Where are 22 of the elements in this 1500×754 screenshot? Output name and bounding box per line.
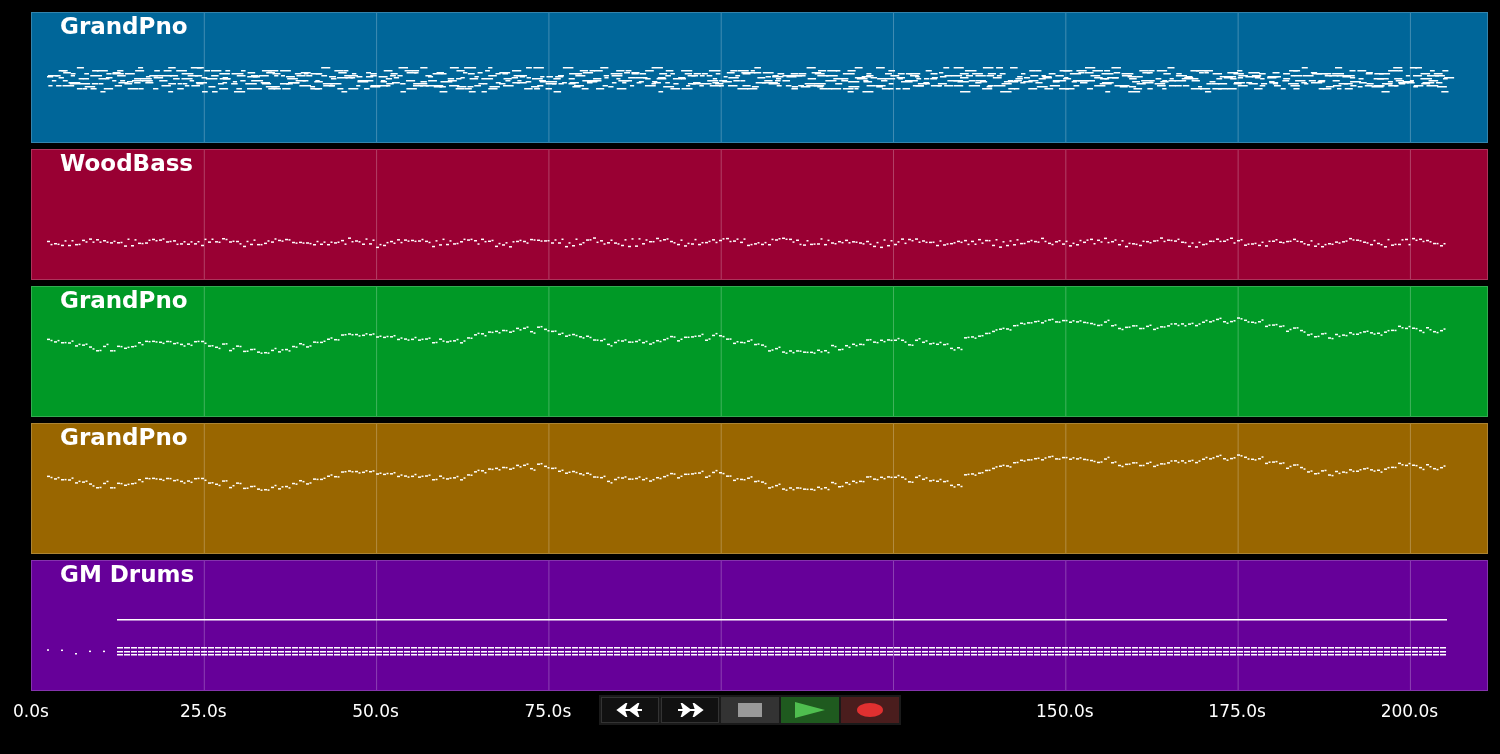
time-label: 175.0s <box>1208 700 1266 723</box>
fast-forward-icon <box>676 703 704 717</box>
rewind-icon <box>616 703 644 717</box>
stop-icon <box>738 703 762 717</box>
fast-forward-button[interactable] <box>661 697 719 723</box>
time-label: 150.0s <box>1036 700 1094 723</box>
record-button[interactable] <box>841 697 899 723</box>
stop-button[interactable] <box>721 697 779 723</box>
play-icon <box>795 702 825 718</box>
record-icon <box>857 703 883 717</box>
play-button[interactable] <box>781 697 839 723</box>
track-name: WoodBass <box>60 150 194 176</box>
track-name: GrandPno <box>60 424 188 450</box>
time-label: 75.0s <box>524 700 572 723</box>
track-name: GrandPno <box>60 13 188 39</box>
track-name: GrandPno <box>60 287 188 313</box>
rewind-button[interactable] <box>601 697 659 723</box>
time-label: 200.0s <box>1380 700 1439 723</box>
time-label: 50.0s <box>352 700 399 723</box>
time-label: 25.0s <box>179 700 227 723</box>
track-name: GM Drums <box>60 561 195 587</box>
time-label: 0.0s <box>13 700 49 723</box>
